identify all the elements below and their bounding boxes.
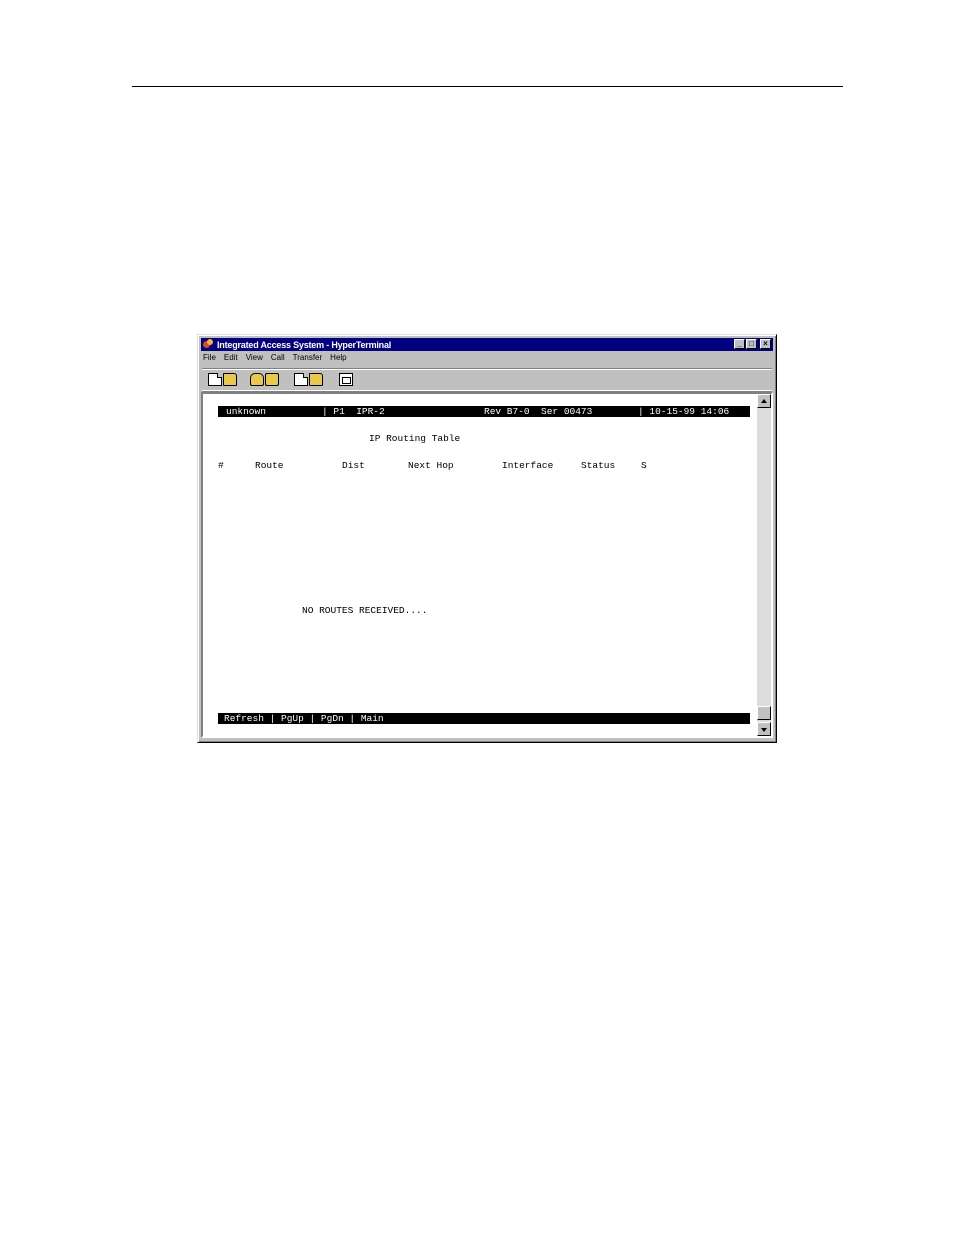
header-datetime: | 10-15-99 14:06 [638, 406, 730, 417]
column-status: Status [581, 460, 616, 471]
scroll-down-icon[interactable] [757, 722, 771, 736]
window-title: Integrated Access System - HyperTerminal [217, 339, 392, 350]
column-route: Route [255, 460, 284, 471]
hyperterminal-app-icon[interactable] [203, 339, 214, 350]
title-bar[interactable]: Integrated Access System - HyperTerminal… [201, 338, 773, 351]
menu-file[interactable]: File [203, 353, 216, 366]
minimize-icon: _ [737, 339, 742, 348]
close-icon: × [763, 339, 768, 348]
terminal-area[interactable]: unknown | P1 IPR-2 Rev B7-0 Ser 00473 | … [201, 392, 773, 738]
header-rev: Rev B7-0 Ser 00473 [484, 406, 593, 417]
minimize-button[interactable]: _ [734, 339, 745, 349]
column-dist: Dist [342, 460, 365, 471]
page-header-rule [132, 86, 843, 87]
header-name: unknown [226, 406, 266, 417]
menu-call[interactable]: Call [271, 353, 285, 366]
command-options: Refresh | PgUp | PgDn | Main [224, 713, 384, 724]
menu-view[interactable]: View [246, 353, 263, 366]
menu-bar: File Edit View Call Transfer Help [203, 353, 347, 366]
menu-transfer[interactable]: Transfer [293, 353, 323, 366]
column-interface: Interface [502, 460, 554, 471]
receive-icon[interactable] [309, 373, 323, 386]
column-s: S [641, 460, 647, 471]
close-button[interactable]: × [760, 339, 771, 349]
command-bar: Refresh | PgUp | PgDn | Main [218, 713, 750, 724]
vertical-scrollbar[interactable] [757, 394, 771, 736]
header-port: | P1 IPR-2 [322, 406, 385, 417]
terminal-screen: unknown | P1 IPR-2 Rev B7-0 Ser 00473 | … [203, 394, 758, 736]
hangup-phone-icon[interactable] [265, 373, 279, 386]
screen-title: IP Routing Table [369, 433, 461, 444]
maximize-icon: □ [749, 339, 754, 348]
status-header-bar: unknown | P1 IPR-2 Rev B7-0 Ser 00473 | … [218, 406, 750, 417]
scroll-thumb[interactable] [757, 706, 771, 720]
no-routes-message: NO ROUTES RECEIVED.... [302, 605, 428, 616]
menu-edit[interactable]: Edit [224, 353, 238, 366]
hyperterminal-window: Integrated Access System - HyperTerminal… [197, 334, 777, 743]
new-document-icon[interactable] [208, 373, 222, 386]
dial-phone-icon[interactable] [250, 373, 264, 386]
maximize-button[interactable]: □ [746, 339, 757, 349]
properties-icon[interactable] [339, 373, 353, 386]
scroll-up-icon[interactable] [757, 394, 771, 408]
toolbar [202, 368, 772, 391]
menu-help[interactable]: Help [330, 353, 346, 366]
open-folder-icon[interactable] [223, 373, 237, 386]
send-icon[interactable] [294, 373, 308, 386]
column-number: # [218, 460, 224, 471]
column-next-hop: Next Hop [408, 460, 454, 471]
